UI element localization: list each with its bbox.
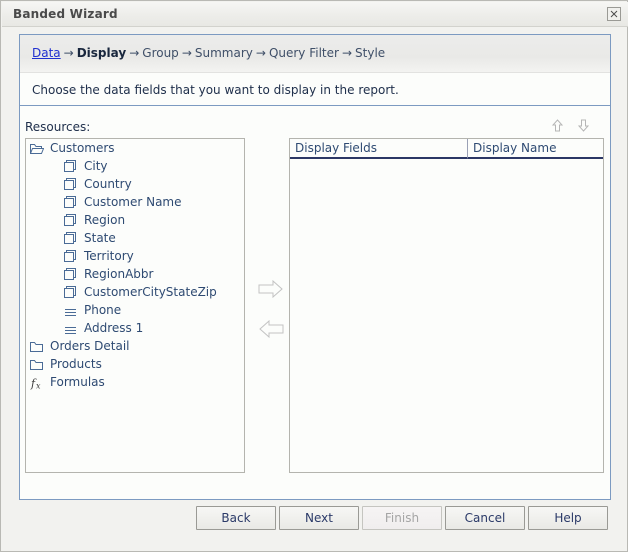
tree-item[interactable]: Country <box>26 175 244 193</box>
breadcrumb-step-display: Display <box>76 46 127 60</box>
column-header-display-name[interactable]: Display Name <box>468 139 603 159</box>
wizard-main-panel: Data → Display → Group → Summary → Query Filter →… <box>19 34 611 500</box>
arrow-left-icon[interactable] <box>258 319 288 342</box>
folder-open-icon <box>29 139 46 157</box>
breadcrumb-step-query-filter: Query Filter <box>268 46 339 60</box>
tree-item[interactable]: Region <box>26 211 244 229</box>
tree-item-label: CustomerCityStateZip <box>84 285 217 299</box>
tree-item-label: City <box>84 159 108 173</box>
help-button[interactable]: Help <box>528 506 608 530</box>
wizard-step-header: Data → Display → Group → Summary → Query Filter →… <box>20 35 610 73</box>
sheet-icon <box>64 247 80 265</box>
wizard-instruction: Choose the data fields that you want to … <box>32 83 399 97</box>
breadcrumb-step-style: Style <box>355 46 386 60</box>
tree-item-label: Territory <box>84 249 134 263</box>
tree-item-label: Orders Detail <box>50 339 130 353</box>
breadcrumb-separator: → <box>63 46 74 60</box>
next-button[interactable]: Next <box>279 506 359 530</box>
tree-item[interactable]: CustomerCityStateZip <box>26 283 244 301</box>
tree-item-label: Customer Name <box>84 195 182 209</box>
tree-item-label: Region <box>84 213 126 227</box>
arrow-up-icon[interactable] <box>548 118 566 136</box>
dialog-title: Banded Wizard <box>13 7 118 21</box>
svg-text:x: x <box>36 382 41 391</box>
breadcrumb-step-summary: Summary <box>194 46 253 60</box>
header-divider <box>20 105 610 106</box>
display-fields-body[interactable] <box>290 159 603 470</box>
breadcrumb-separator: → <box>341 46 353 60</box>
arrow-down-icon[interactable] <box>574 118 592 136</box>
tree-item-label: State <box>84 231 116 245</box>
tree-item[interactable]: Customer Name <box>26 193 244 211</box>
sheet-icon <box>64 193 80 211</box>
tree-item-label: Products <box>50 357 102 371</box>
breadcrumb-step-data[interactable]: Data <box>32 46 61 60</box>
transfer-arrow-group <box>258 279 292 360</box>
tree-item[interactable]: Orders Detail <box>26 337 244 355</box>
tree-item-label: Formulas <box>50 375 105 389</box>
lines-icon <box>64 301 80 319</box>
breadcrumb-separator: → <box>129 46 140 60</box>
close-icon[interactable] <box>607 7 621 21</box>
dialog-button-bar: Back Next Finish Cancel Help <box>1 506 628 536</box>
sheet-icon <box>64 229 80 247</box>
breadcrumb-step-group: Group <box>142 46 179 60</box>
folder-icon <box>30 337 46 355</box>
resources-tree[interactable]: Customers City Country Customer Name Region S… <box>25 138 245 473</box>
tree-item-label: Phone <box>84 303 122 317</box>
banded-wizard-dialog: Banded Wizard Data → Display → Group → Summary… <box>0 0 628 552</box>
sheet-icon <box>64 175 80 193</box>
back-button[interactable]: Back <box>196 506 276 530</box>
resources-label: Resources: <box>25 120 91 134</box>
tree-item[interactable]: City <box>26 157 244 175</box>
tree-item[interactable]: RegionAbbr <box>26 265 244 283</box>
tree-item-label: RegionAbbr <box>84 267 154 281</box>
finish-button: Finish <box>362 506 442 530</box>
display-fields-header-row: Display Fields Display Name <box>290 139 603 159</box>
tree-item[interactable]: Territory <box>26 247 244 265</box>
sheet-icon <box>64 283 80 301</box>
sheet-icon <box>64 265 80 283</box>
reorder-arrow-group <box>548 118 598 136</box>
display-fields-table[interactable]: Display Fields Display Name <box>289 138 604 473</box>
arrow-right-icon[interactable] <box>258 279 288 302</box>
tree-item[interactable]: f x Formulas <box>26 373 244 391</box>
sheet-icon <box>64 211 80 229</box>
tree-item-label: Address 1 <box>84 321 144 335</box>
tree-item-label: Country <box>84 177 132 191</box>
tree-item[interactable]: State <box>26 229 244 247</box>
breadcrumb-separator: → <box>255 46 266 60</box>
tree-item[interactable]: Customers <box>26 139 244 157</box>
tree-item[interactable]: Products <box>26 355 244 373</box>
breadcrumb-separator: → <box>181 46 192 60</box>
column-header-display-fields[interactable]: Display Fields <box>290 139 468 159</box>
breadcrumb: Data → Display → Group → Summary → Query Filter →… <box>32 46 385 60</box>
cancel-button[interactable]: Cancel <box>445 506 525 530</box>
tree-item-label: Customers <box>50 141 115 155</box>
dialog-titlebar: Banded Wizard <box>2 2 628 27</box>
lines-icon <box>64 319 80 337</box>
tree-item[interactable]: Address 1 <box>26 319 244 337</box>
formula-icon: fx <box>30 373 46 391</box>
sheet-icon <box>64 157 80 175</box>
tree-item[interactable]: Phone <box>26 301 244 319</box>
folder-icon <box>30 355 46 373</box>
